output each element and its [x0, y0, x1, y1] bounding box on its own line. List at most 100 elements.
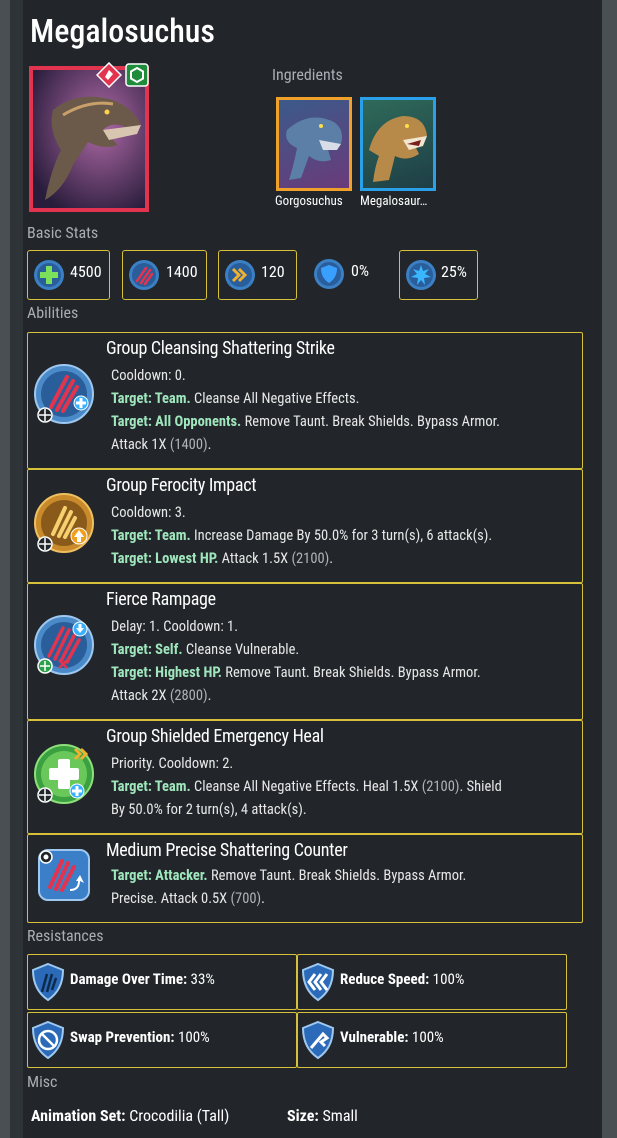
creature-portrait-art [33, 70, 145, 208]
shattering-strike-icon [34, 364, 94, 424]
ingredient-name-megalosaurus[interactable]: Megalosaur… [360, 194, 442, 209]
resistance-swap-prevention: Swap Prevention: 100% [27, 1012, 297, 1068]
resistance-vulnerable: Vulnerable: 100% [297, 1012, 567, 1068]
ability-card[interactable]: Group Cleansing Shattering Strike Cooldo… [27, 332, 583, 469]
ability-period: . [261, 890, 265, 907]
ability-damage-value: (700) [230, 890, 262, 907]
ability-name: Group Ferocity Impact [106, 475, 257, 496]
ability-damage-value: (1400) [169, 436, 208, 453]
ability-target: Target: Team. [111, 527, 191, 544]
ingredient-card-gorgosuchus[interactable] [276, 97, 352, 191]
resistance-reduce-speed: Reduce Speed: 100% [297, 954, 567, 1010]
size-label: Size: [287, 1106, 319, 1125]
ability-period: . [329, 550, 334, 567]
swap-prevention-icon [31, 1020, 65, 1060]
resistance-text: Reduce Speed: 100% [340, 970, 464, 988]
resistance-value: 100% [408, 1028, 444, 1046]
resistance-label: Damage Over Time: [70, 970, 188, 988]
ability-name: Group Cleansing Shattering Strike [106, 338, 335, 359]
ability-heal-value: (2100) [421, 778, 460, 795]
basic-stats-heading: Basic Stats [27, 223, 99, 242]
ability-damage-value: (2100) [291, 550, 330, 567]
ability-card[interactable]: Group Ferocity Impact Cooldown: 3. Targe… [27, 469, 583, 583]
ability-target: Target: Self. [111, 641, 183, 658]
resistance-text: Vulnerable: 100% [340, 1028, 444, 1046]
stat-speed: 120 [218, 250, 297, 300]
ability-line: Target: Lowest HP. Attack 1.5X (2100). [111, 550, 333, 567]
speed-icon [225, 260, 255, 290]
damage-over-time-icon [31, 962, 65, 1002]
ability-cooldown: Cooldown: 3. [111, 504, 186, 521]
resistance-label: Vulnerable: [340, 1028, 409, 1046]
ability-effect: Cleanse All Negative Effects. Heal 1.5X [190, 778, 422, 795]
stat-damage: 1400 [122, 250, 207, 300]
stat-armor-value: 0% [351, 261, 370, 280]
ability-target: Target: Attacker. [111, 867, 208, 884]
stat-speed-value: 120 [261, 262, 285, 281]
fierce-rampage-icon [34, 615, 94, 675]
resistance-value: 33% [187, 970, 215, 988]
resistance-value: 100% [174, 1028, 210, 1046]
resistance-value: 100% [429, 970, 465, 988]
vulnerable-icon [301, 1020, 335, 1060]
ability-line: Target: Team. Cleanse All Negative Effec… [111, 390, 360, 407]
page-title: Megalosuchus [30, 12, 215, 50]
unique-rarity-icon [96, 62, 122, 88]
resistance-text: Damage Over Time: 33% [70, 970, 215, 988]
ability-effect: Attack 1X [111, 436, 170, 453]
ability-effect: Attack 1.5X [218, 550, 292, 567]
ferocity-impact-icon [34, 493, 94, 553]
animation-set-value: Crocodilia (Tall) [125, 1106, 230, 1125]
health-icon [34, 260, 64, 290]
ability-name: Medium Precise Shattering Counter [106, 840, 348, 861]
ability-effect: Attack 2X [111, 687, 170, 704]
ability-line: By 50.0% for 2 turn(s), 4 attack(s). [111, 801, 307, 818]
armor-icon [314, 259, 344, 289]
animation-set: Animation Set: Crocodilia (Tall) [31, 1106, 229, 1125]
ability-cooldown: Cooldown: 0. [111, 367, 186, 384]
ability-cooldown: Delay: 1. Cooldown: 1. [111, 618, 239, 635]
ability-effect: By 50.0% for 2 turn(s), 4 attack(s). [111, 801, 307, 818]
size-value: Small [318, 1106, 358, 1125]
ability-line: Precise. Attack 0.5X (700). [111, 890, 265, 907]
ability-line: Attack 2X (2800). [111, 687, 211, 704]
ability-effect: Remove Taunt. Break Shields. Bypass Armo… [221, 664, 481, 681]
misc-heading: Misc [27, 1072, 58, 1091]
stat-crit-value: 25% [441, 262, 467, 281]
ability-line: Target: Team. Increase Damage By 50.0% f… [111, 527, 492, 544]
ability-card[interactable]: Group Shielded Emergency Heal Priority. … [27, 720, 583, 834]
ability-target: Target: All Opponents. [111, 413, 242, 430]
ability-target: Target: Lowest HP. [111, 550, 219, 567]
ability-line: Target: Team. Cleanse All Negative Effec… [111, 778, 502, 795]
ability-target: Target: Highest HP. [111, 664, 222, 681]
hybrid-class-icon [125, 63, 149, 87]
ability-period: . [207, 687, 212, 704]
ingredient-name-gorgosuchus[interactable]: Gorgosuchus [275, 194, 357, 209]
crit-icon [406, 260, 436, 290]
megalosaurus-art [369, 116, 427, 182]
ability-target: Target: Team. [111, 778, 191, 795]
ability-line: Attack 1X (1400). [111, 436, 211, 453]
ability-name: Fierce Rampage [106, 589, 216, 610]
stat-health-value: 4500 [70, 262, 102, 281]
ability-card[interactable]: Medium Precise Shattering Counter Target… [27, 834, 583, 923]
ability-name: Group Shielded Emergency Heal [106, 726, 324, 747]
resistances-heading: Resistances [27, 926, 104, 945]
resistance-damage-over-time: Damage Over Time: 33% [27, 954, 297, 1010]
ability-effect: Remove Taunt. Break Shields. Bypass Armo… [241, 413, 500, 430]
counter-attack-icon [38, 849, 90, 901]
ability-cooldown: Priority. Cooldown: 2. [111, 755, 234, 772]
resistance-label: Swap Prevention: [70, 1028, 175, 1046]
abilities-heading: Abilities [27, 303, 79, 322]
ability-period: . [207, 436, 212, 453]
ability-effect: Remove Taunt. Break Shields. Bypass Armo… [207, 867, 467, 884]
resistance-label: Reduce Speed: [340, 970, 430, 988]
ingredients-heading: Ingredients [272, 65, 343, 84]
reduce-speed-icon [301, 962, 335, 1002]
ability-line: Target: Highest HP. Remove Taunt. Break … [111, 664, 481, 681]
ability-target: Target: Team. [111, 390, 191, 407]
ingredient-card-megalosaurus[interactable] [360, 97, 436, 191]
ability-card[interactable]: Fierce Rampage Delay: 1. Cooldown: 1. Ta… [27, 583, 583, 720]
ability-line: Target: All Opponents. Remove Taunt. Bre… [111, 413, 500, 430]
gorgosuchus-art [286, 117, 343, 180]
